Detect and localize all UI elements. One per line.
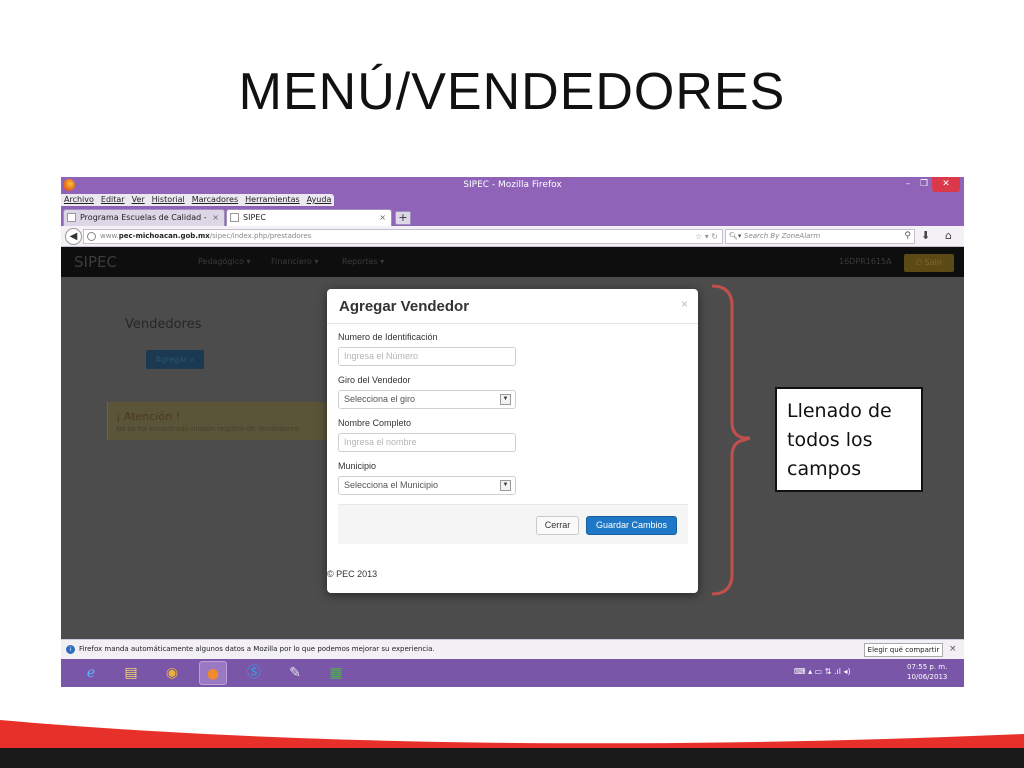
url-prefix: www. — [100, 232, 119, 240]
tab-close-icon[interactable]: × — [212, 210, 219, 225]
app-navbar: SIPEC Pedagógico ▾ Financiero ▾ Reportes… — [61, 247, 964, 277]
page-heading: Vendedores — [125, 317, 202, 332]
explorer-icon[interactable]: ▤ — [117, 661, 145, 685]
menu-pedagogico[interactable]: Pedagógico ▾ — [198, 257, 251, 266]
menu-marcadores[interactable]: Marcadores — [192, 194, 238, 206]
add-vendor-modal: Agregar Vendedor × Numero de Identificac… — [327, 289, 698, 593]
tabbar: Programa Escuelas de Calidad - Inicio × … — [61, 206, 964, 237]
bookmark-star-icon[interactable]: ☆ ▾ ↻ — [695, 230, 718, 243]
url-host: pec-michoacan.gob.mx — [118, 232, 210, 240]
system-tray[interactable]: ⌨ ▴ ▭ ⇅ .ıl ◂) — [794, 667, 851, 676]
callout-line-3: campos — [787, 458, 862, 480]
chrome-icon[interactable]: ◉ — [158, 661, 186, 685]
modal-close-icon[interactable]: × — [681, 297, 688, 311]
tab-close-icon[interactable]: × — [379, 210, 386, 225]
giro-select-value: Selecciona el giro — [344, 394, 416, 404]
menu-ver[interactable]: Ver — [132, 194, 145, 206]
user-code: 16DPR1615A — [839, 257, 892, 266]
slide: MENÚ/VENDEDORES SIPEC - Mozilla Firefox … — [0, 0, 1024, 768]
menu-historial[interactable]: Historial — [152, 194, 185, 206]
globe-icon — [87, 232, 96, 241]
tab-programa-escuelas[interactable]: Programa Escuelas de Calidad - Inicio × — [63, 209, 225, 237]
minimize-button[interactable]: – — [900, 177, 916, 192]
municipio-select-value: Selecciona el Municipio — [344, 480, 439, 490]
menu-reportes[interactable]: Reportes ▾ — [342, 257, 384, 266]
notification-text: Firefox manda automáticamente algunos da… — [79, 645, 435, 653]
clock[interactable]: 07:55 p. m. 10/06/2013 — [907, 662, 947, 682]
search-icon: 🔍︎▾ — [729, 232, 742, 240]
modal-title: Agregar Vendedor — [339, 298, 470, 315]
window-controls: – ❐ ✕ — [900, 177, 960, 192]
callout-line-1: Llenado de — [787, 400, 892, 422]
page-icon — [230, 213, 239, 222]
chevron-down-icon: ▼ — [500, 394, 511, 405]
menubar: Archivo Editar Ver Historial Marcadores … — [61, 194, 964, 206]
tab-sipec[interactable]: SIPEC × — [226, 209, 392, 226]
skype-icon[interactable]: Ⓢ — [240, 661, 268, 685]
alert-title: ¡ Atención ! — [116, 410, 181, 423]
bracket-annotation — [711, 284, 750, 596]
add-vendor-button[interactable]: Agregar » — [146, 350, 204, 369]
close-window-button[interactable]: ✕ — [932, 177, 960, 192]
save-button[interactable]: Guardar Cambios — [586, 516, 677, 535]
name-input[interactable]: Ingresa el nombre — [338, 433, 516, 452]
new-tab-button[interactable]: + — [395, 211, 411, 225]
excel-icon[interactable]: ▦ — [322, 661, 350, 685]
taskbar: ℯ ▤ ◉ ● Ⓢ ✎ ▦ ⌨ ▴ ▭ ⇅ .ıl ◂) 07:55 p. m.… — [61, 659, 964, 687]
paint-icon[interactable]: ✎ — [281, 661, 309, 685]
url-bar[interactable]: www.pec-michoacan.gob.mx/sipec/index.php… — [83, 229, 723, 244]
tab-label: SIPEC — [243, 213, 266, 222]
url-path: /sipec/index.php/prestadores — [209, 232, 312, 240]
copyright-text: © PEC 2013 — [327, 569, 378, 579]
municipio-select[interactable]: Selecciona el Municipio ▼ — [338, 476, 516, 495]
choose-share-button[interactable]: Elegir qué compartir — [864, 643, 943, 657]
ie-icon[interactable]: ℯ — [77, 661, 105, 685]
logout-button[interactable]: ⏻ Salir — [904, 254, 954, 272]
callout-box: Llenado de todos los campos — [775, 387, 923, 492]
footer-decoration — [0, 720, 1024, 768]
menubar-items: Archivo Editar Ver Historial Marcadores … — [61, 194, 335, 206]
municipio-label: Municipio — [338, 461, 377, 471]
info-icon: i — [66, 645, 75, 654]
chevron-down-icon: ▼ — [500, 480, 511, 491]
name-label: Nombre Completo — [338, 418, 412, 428]
window-titlebar: SIPEC - Mozilla Firefox – ❐ ✕ — [61, 177, 964, 194]
modal-divider — [327, 323, 698, 324]
menu-herramientas[interactable]: Herramientas — [245, 194, 300, 206]
menu-financiero[interactable]: Financiero ▾ — [271, 257, 318, 266]
giro-label: Giro del Vendedor — [338, 375, 411, 385]
home-icon[interactable]: ⌂ — [945, 229, 952, 242]
menu-archivo[interactable]: Archivo — [64, 194, 94, 206]
back-button[interactable]: ◀ — [65, 228, 82, 245]
menu-ayuda[interactable]: Ayuda — [307, 194, 332, 206]
id-number-label: Numero de Identificación — [338, 332, 438, 342]
search-bar[interactable]: 🔍︎▾ Search By ZoneAlarm ⚲ — [725, 229, 915, 244]
slide-title: MENÚ/VENDEDORES — [238, 63, 786, 121]
menu-editar[interactable]: Editar — [101, 194, 125, 206]
browser-screenshot: SIPEC - Mozilla Firefox – ❐ ✕ Archivo Ed… — [61, 177, 964, 687]
alert-box: ¡ Atención ! No se ha encontrado ningún … — [107, 402, 327, 440]
maximize-button[interactable]: ❐ — [916, 177, 932, 192]
navigation-bar: ◀ www.pec-michoacan.gob.mx/sipec/index.p… — [61, 226, 964, 247]
alert-text: No se ha encontrado ningún registro de V… — [116, 425, 299, 433]
cancel-button[interactable]: Cerrar — [536, 516, 579, 535]
callout-line-2: todos los — [787, 429, 873, 451]
modal-footer: Cerrar Guardar Cambios — [338, 504, 688, 544]
clock-date: 10/06/2013 — [907, 673, 948, 681]
clock-time: 07:55 p. m. — [907, 663, 948, 671]
download-icon[interactable]: ⬇ — [921, 229, 930, 242]
notification-bar: i Firefox manda automáticamente algunos … — [61, 639, 964, 659]
window-title: SIPEC - Mozilla Firefox — [463, 180, 562, 190]
app-brand[interactable]: SIPEC — [74, 253, 117, 271]
notification-close-icon[interactable]: × — [949, 640, 957, 659]
firefox-icon[interactable]: ● — [199, 661, 227, 685]
page-icon — [67, 213, 76, 222]
search-placeholder: Search By ZoneAlarm — [744, 232, 821, 240]
id-number-input[interactable]: Ingresa el Número — [338, 347, 516, 366]
giro-select[interactable]: Selecciona el giro ▼ — [338, 390, 516, 409]
search-go-icon[interactable]: ⚲ — [904, 230, 911, 243]
